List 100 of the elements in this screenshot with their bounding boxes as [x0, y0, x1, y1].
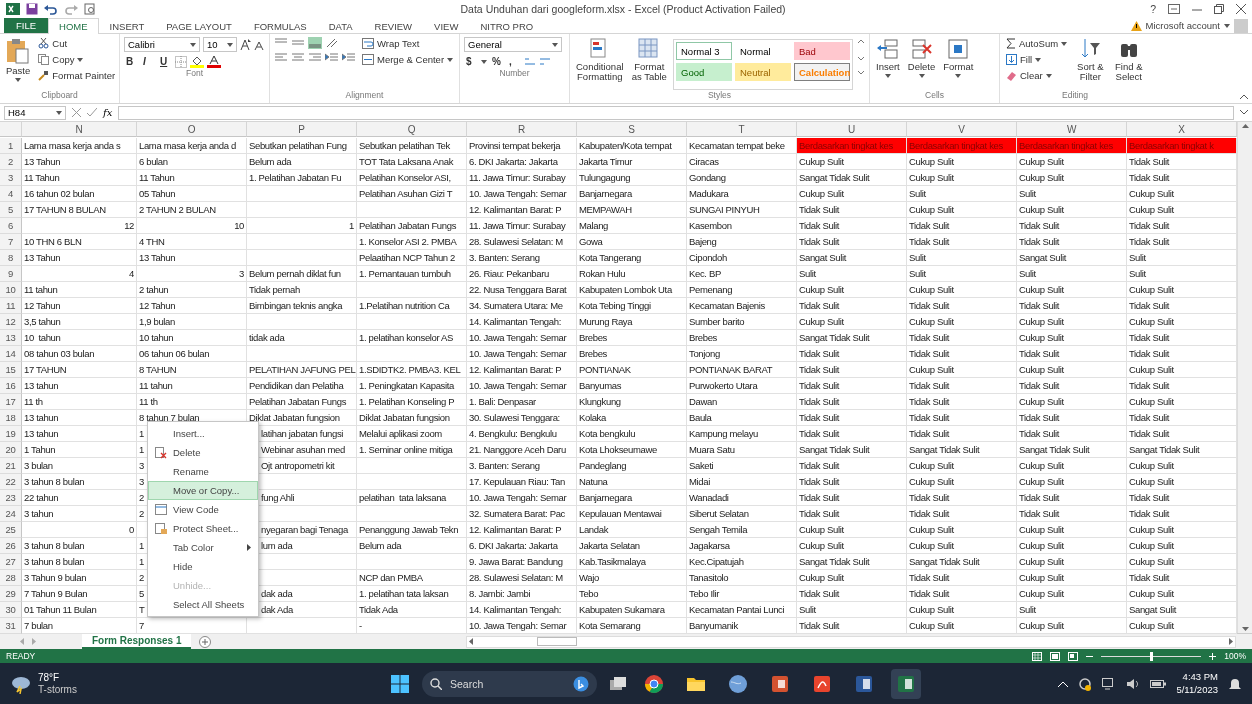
scroll-down-icon[interactable]	[1241, 627, 1249, 631]
row-number[interactable]: 24	[0, 506, 22, 522]
column-header[interactable]: N	[22, 122, 137, 137]
assistant-icon[interactable]	[573, 675, 589, 692]
row-number[interactable]: 30	[0, 602, 22, 618]
caret-icon[interactable]	[1224, 23, 1230, 28]
font-name-dropdown[interactable]: Calibri	[124, 37, 200, 52]
vertical-scrollbar[interactable]	[1237, 122, 1252, 633]
scroll-right-icon[interactable]	[1229, 638, 1233, 645]
caret-icon[interactable]	[1035, 57, 1042, 62]
column-header[interactable]: T	[687, 122, 797, 137]
chevron-up-icon[interactable]	[1058, 680, 1069, 687]
row-number[interactable]: 13	[0, 330, 22, 346]
row-number[interactable]: 19	[0, 426, 22, 442]
ribbon-display-icon[interactable]	[1168, 4, 1180, 14]
page-layout-view-icon[interactable]	[1050, 651, 1061, 661]
formula-input[interactable]	[118, 105, 1234, 120]
row-number[interactable]: 8	[0, 250, 22, 266]
decrease-indent-icon[interactable]	[325, 52, 339, 64]
caret-icon[interactable]	[1061, 41, 1068, 46]
collapse-ribbon-icon[interactable]	[1240, 94, 1248, 99]
underline-button[interactable]: U	[158, 55, 172, 68]
font-color-icon[interactable]	[207, 55, 221, 68]
enter-icon[interactable]	[87, 108, 97, 117]
row-number[interactable]: 1	[0, 138, 22, 154]
row-number[interactable]: 17	[0, 394, 22, 410]
save-icon[interactable]	[26, 3, 38, 15]
column-header[interactable]: V	[907, 122, 1017, 137]
gallery-scroll-icon[interactable]	[857, 37, 865, 77]
ribbon-tab[interactable]: PAGE LAYOUT	[155, 18, 243, 33]
font-size-dropdown[interactable]: 10	[203, 37, 237, 52]
increase-indent-icon[interactable]	[342, 52, 356, 64]
row-number[interactable]: 28	[0, 570, 22, 586]
taskbar-app-button[interactable]	[891, 668, 921, 699]
grow-font-icon[interactable]	[240, 39, 251, 50]
row-number[interactable]: 14	[0, 346, 22, 362]
cell-style-option[interactable]: Bad	[794, 42, 850, 60]
find-select-button[interactable]: Find & Select	[1111, 37, 1146, 90]
ribbon-tab[interactable]: DATA	[317, 18, 364, 33]
row-number[interactable]: 7	[0, 234, 22, 250]
speaker-icon[interactable]	[1126, 677, 1141, 690]
copy-button[interactable]: Copy	[36, 53, 118, 66]
row-number[interactable]: 4	[0, 186, 22, 202]
taskbar-search-field[interactable]: Search	[422, 670, 597, 697]
caret-icon[interactable]	[1045, 73, 1052, 78]
row-number[interactable]: 20	[0, 442, 22, 458]
comma-button[interactable]: ,	[507, 55, 521, 68]
caret-icon[interactable]	[884, 74, 891, 79]
normal-view-icon[interactable]	[1032, 651, 1043, 661]
zoom-in-icon[interactable]	[1209, 652, 1217, 660]
fill-color-icon[interactable]	[190, 55, 204, 68]
account-link[interactable]: Microsoft account	[1145, 20, 1220, 31]
autosum-button[interactable]: AutoSum	[1004, 37, 1070, 50]
zoom-level[interactable]: 100%	[1224, 651, 1246, 661]
ribbon-tab[interactable]: HOME	[48, 18, 99, 34]
bold-button[interactable]: B	[124, 55, 138, 68]
caret-icon[interactable]	[190, 42, 196, 47]
wrap-text-button[interactable]: Wrap Text	[360, 37, 456, 50]
row-number[interactable]: 3	[0, 170, 22, 186]
format-painter-button[interactable]: Format Painter	[36, 69, 118, 82]
task-view-icon[interactable]	[609, 675, 627, 692]
row-number[interactable]: 11	[0, 298, 22, 314]
caret-icon[interactable]	[481, 59, 487, 64]
sort-filter-button[interactable]: Sort & Filter	[1073, 37, 1108, 90]
print-preview-icon[interactable]	[84, 3, 96, 15]
start-icon[interactable]	[390, 673, 410, 694]
ribbon-tab[interactable]: NITRO PRO	[469, 18, 545, 33]
row-number[interactable]: 18	[0, 410, 22, 426]
cell-style-option[interactable]: Neutral	[735, 63, 791, 81]
caret-icon[interactable]	[918, 74, 925, 79]
merge-center-button[interactable]: Merge & Center	[360, 53, 456, 66]
row-number[interactable]: 26	[0, 538, 22, 554]
cells-delete-button[interactable]: Delete	[905, 37, 938, 90]
cells-insert-button[interactable]: Insert	[874, 37, 902, 90]
name-box[interactable]: H84	[4, 105, 66, 120]
row-number[interactable]: 16	[0, 378, 22, 394]
restore-icon[interactable]	[1214, 4, 1224, 14]
ribbon-tab[interactable]: FORMULAS	[242, 18, 318, 33]
cancel-icon[interactable]	[72, 108, 81, 117]
row-number[interactable]: 2	[0, 154, 22, 170]
scroll-left-icon[interactable]	[469, 638, 473, 645]
caret-icon[interactable]	[955, 74, 962, 79]
row-number[interactable]: 23	[0, 490, 22, 506]
ribbon-tab[interactable]: VIEW	[423, 18, 470, 33]
column-header[interactable]: U	[797, 122, 907, 137]
row-number[interactable]: 25	[0, 522, 22, 538]
row-number[interactable]: 5	[0, 202, 22, 218]
battery-icon[interactable]	[1150, 678, 1167, 689]
scroll-up-icon[interactable]	[1241, 124, 1249, 128]
row-number[interactable]: 31	[0, 618, 22, 634]
number-format-dropdown[interactable]: General	[464, 37, 562, 52]
zoom-slider-thumb[interactable]	[1150, 651, 1154, 661]
row-number[interactable]: 12	[0, 314, 22, 330]
file-tab[interactable]: FILE	[4, 18, 49, 33]
caret-icon[interactable]	[56, 110, 62, 115]
column-header[interactable]: R	[467, 122, 577, 137]
row-number[interactable]: 21	[0, 458, 22, 474]
caret-icon[interactable]	[15, 78, 22, 83]
cells-format-button[interactable]: Format	[941, 37, 976, 90]
help-button[interactable]: ?	[1150, 3, 1156, 15]
